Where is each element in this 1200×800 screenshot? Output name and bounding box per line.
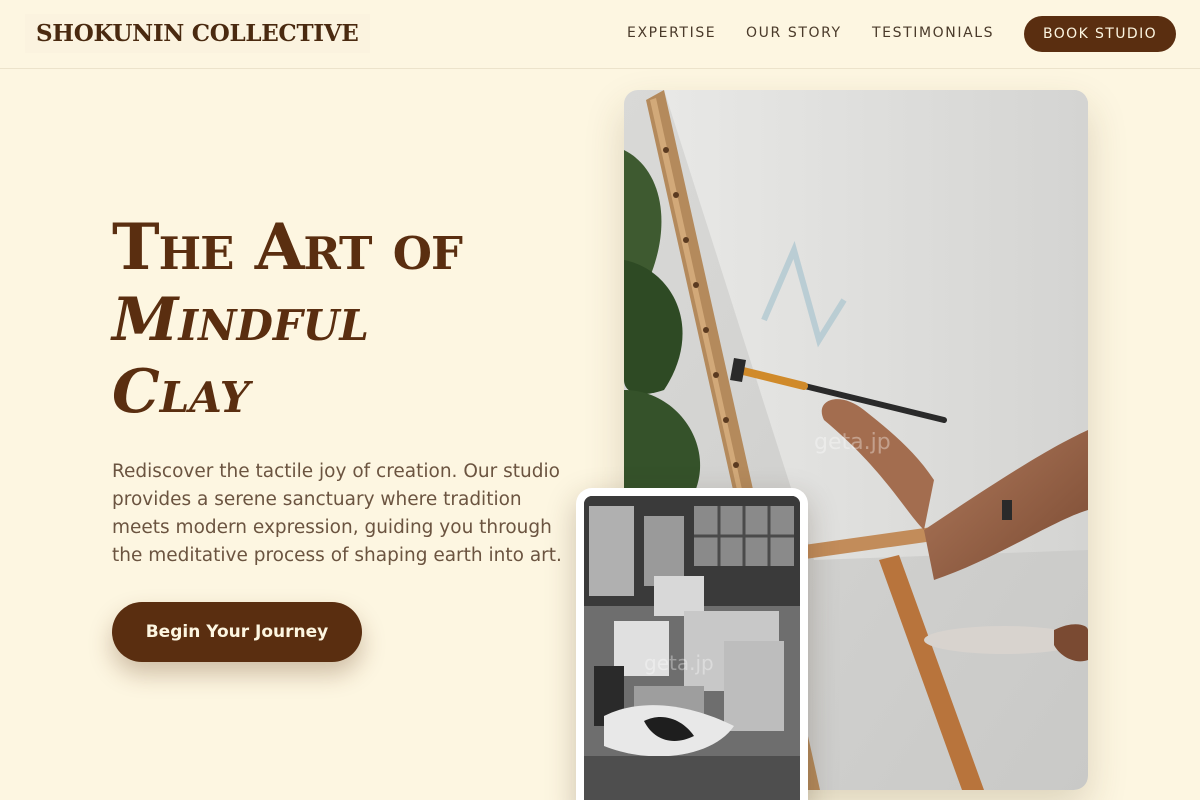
hero-headline: The Art of Mindful Clay — [112, 212, 582, 428]
nav-expertise[interactable]: EXPERTISE — [627, 25, 716, 41]
headline-line-1: The Art of — [112, 210, 463, 285]
nav-our-story[interactable]: OUR STORY — [746, 25, 842, 41]
studio-photo: geta.jp — [584, 496, 800, 800]
begin-journey-button[interactable]: Begin Your Journey — [112, 602, 362, 662]
headline-line-2: Mindful — [112, 285, 369, 355]
studio-photo-card: geta.jp — [576, 488, 808, 800]
site-header: SHOKUNIN COLLECTIVE EXPERTISE OUR STORY … — [0, 0, 1200, 69]
small-watermark: geta.jp — [644, 651, 714, 675]
studio-interior-illustration — [584, 496, 800, 800]
headline-line-3: Clay — [112, 357, 250, 427]
book-studio-button[interactable]: BOOK STUDIO — [1024, 16, 1176, 52]
main-watermark: geta.jp — [814, 430, 891, 455]
main-nav: EXPERTISE OUR STORY TESTIMONIALS BOOK ST… — [0, 0, 1200, 69]
nav-testimonials[interactable]: TESTIMONIALS — [872, 25, 994, 41]
hero-subtitle: Rediscover the tactile joy of creation. … — [112, 461, 562, 566]
